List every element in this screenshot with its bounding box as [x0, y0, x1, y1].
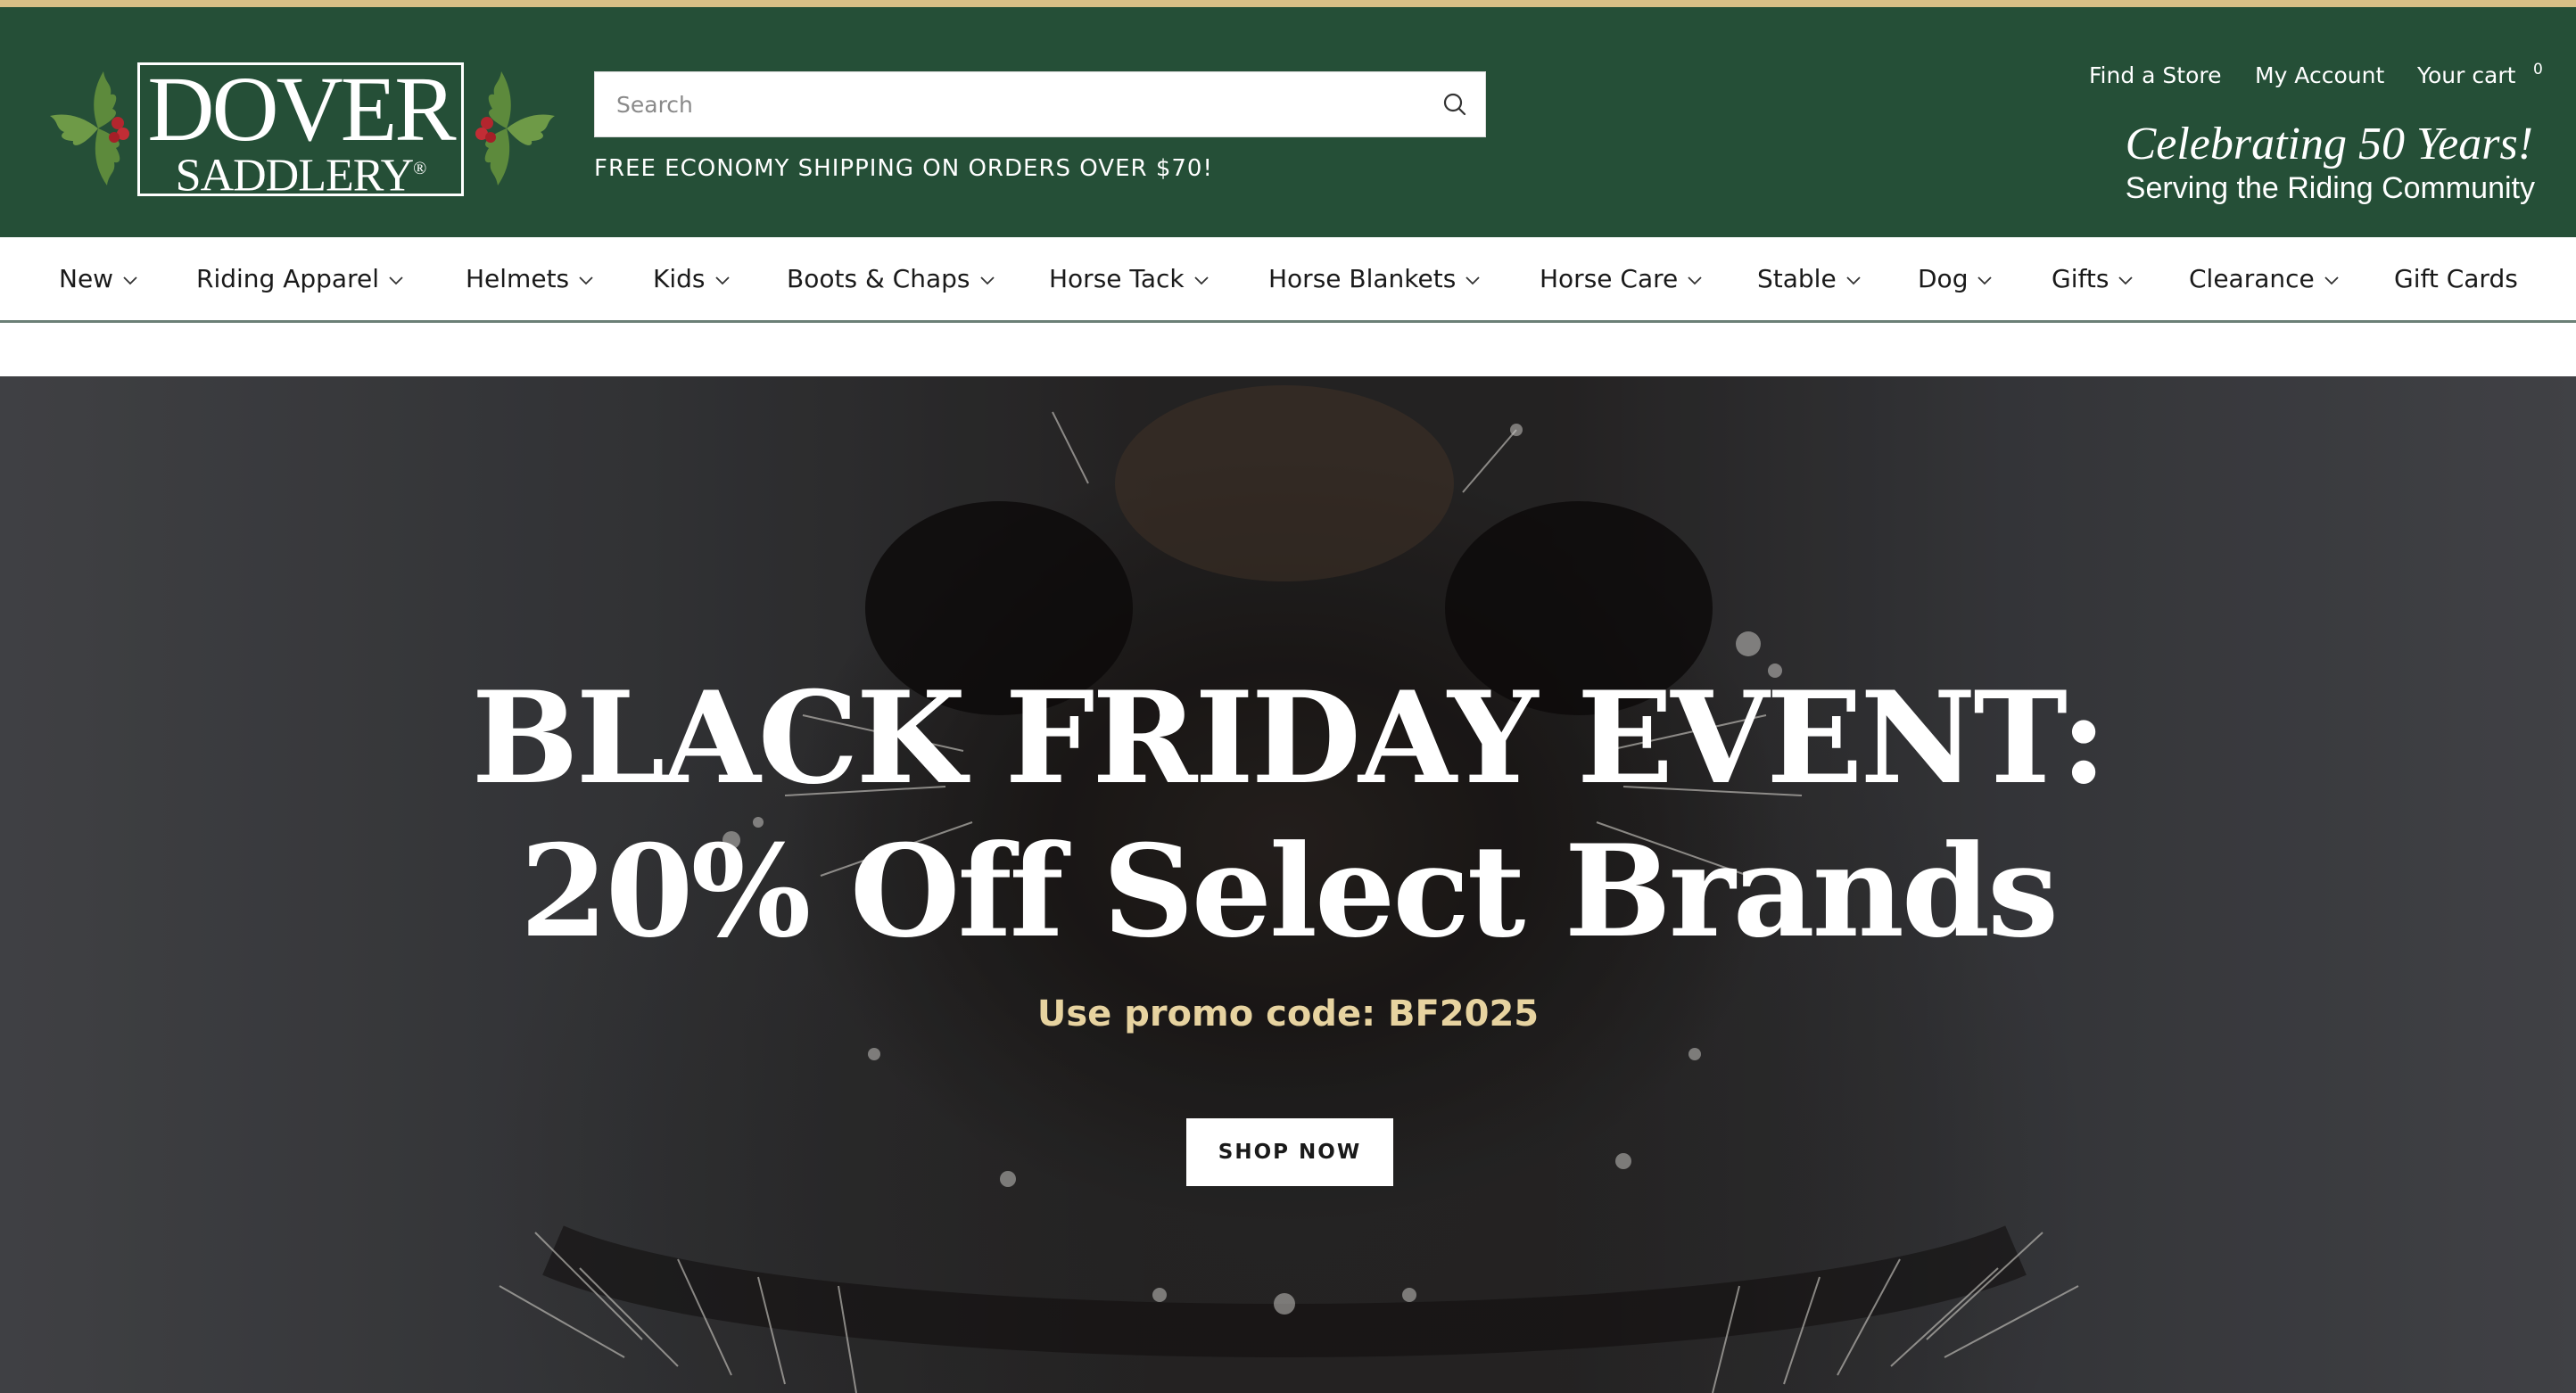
- chevron-down-icon: [2118, 276, 2134, 285]
- holly-right-icon: [475, 71, 555, 185]
- chevron-down-icon: [579, 276, 593, 285]
- site-header: DOVER SADDLERY® FREE ECONOMY SHIPPING ON…: [0, 7, 2576, 237]
- search-bar: [594, 71, 1486, 137]
- chevron-down-icon: [2324, 276, 2339, 285]
- nav-item-horse-blankets[interactable]: Horse Blankets: [1268, 264, 1481, 293]
- nav-item-label: Gift Cards: [2394, 264, 2518, 293]
- shipping-notice: FREE ECONOMY SHIPPING ON ORDERS OVER $70…: [594, 155, 1213, 182]
- nav-item-label: Horse Blankets: [1268, 264, 1457, 293]
- cart-count-badge: 0: [2533, 61, 2543, 78]
- nav-item-gift-cards[interactable]: Gift Cards: [2394, 264, 2518, 293]
- celebrating-tagline: Celebrating 50 Years!: [2125, 119, 2533, 169]
- main-nav: New Riding Apparel Helmets Kids Boots & …: [0, 237, 2576, 323]
- my-account-link[interactable]: My Account: [2255, 62, 2384, 88]
- nav-item-label: New: [59, 264, 114, 293]
- nav-item-label: Horse Tack: [1049, 264, 1185, 293]
- nav-item-label: Horse Care: [1540, 264, 1679, 293]
- chevron-down-icon: [123, 276, 137, 285]
- chevron-down-icon: [1194, 276, 1209, 285]
- hero-title-line-1: BLACK FRIDAY EVENT:: [471, 664, 2108, 812]
- chevron-down-icon: [1688, 276, 1702, 285]
- dover-saddlery-logo[interactable]: DOVER SADDLERY®: [46, 59, 555, 202]
- nav-item-horse-tack[interactable]: Horse Tack: [1049, 264, 1210, 293]
- nav-item-label: Clearance: [2189, 264, 2315, 293]
- top-accent-bar: [0, 0, 2576, 7]
- nav-item-clearance[interactable]: Clearance: [2189, 264, 2340, 293]
- nav-item-label: Boots & Chaps: [787, 264, 970, 293]
- nav-item-horse-care[interactable]: Horse Care: [1540, 264, 1703, 293]
- nav-item-new[interactable]: New: [59, 264, 138, 293]
- nav-item-label: Riding Apparel: [196, 264, 379, 293]
- find-store-link[interactable]: Find a Store: [2089, 62, 2222, 88]
- chevron-down-icon: [979, 276, 995, 285]
- nav-item-gifts[interactable]: Gifts: [2052, 264, 2134, 293]
- nav-item-helmets[interactable]: Helmets: [466, 264, 594, 293]
- logo-wordmark: DOVER SADDLERY®: [137, 58, 464, 199]
- nav-spacer: [0, 323, 2576, 376]
- serving-tagline: Serving the Riding Community: [2125, 171, 2535, 205]
- registered-mark: ®: [413, 159, 426, 178]
- shop-now-button[interactable]: SHOP NOW: [1186, 1118, 1393, 1186]
- nav-item-label: Kids: [653, 264, 706, 293]
- nav-item-label: Helmets: [466, 264, 570, 293]
- nav-item-label: Dog: [1918, 264, 1969, 293]
- search-input[interactable]: [595, 72, 1416, 136]
- nav-item-riding-apparel[interactable]: Riding Apparel: [196, 264, 404, 293]
- nav-item-label: Stable: [1757, 264, 1837, 293]
- nav-item-label: Gifts: [2052, 264, 2110, 293]
- chevron-down-icon: [714, 276, 730, 285]
- logo-line-saddlery: SADDLERY®: [140, 145, 461, 199]
- promo-code-text: Use promo code: BF2025: [1036, 993, 1540, 1034]
- holly-left-icon: [50, 71, 129, 185]
- chevron-down-icon: [1977, 276, 1993, 285]
- nav-item-dog[interactable]: Dog: [1918, 264, 1993, 293]
- nav-item-boots-chaps[interactable]: Boots & Chaps: [787, 264, 995, 293]
- nav-item-stable[interactable]: Stable: [1757, 264, 1862, 293]
- chevron-down-icon: [389, 276, 403, 285]
- nav-item-kids[interactable]: Kids: [653, 264, 731, 293]
- hero-title-line-2: 20% Off Select Brands: [519, 818, 2059, 966]
- logo-saddlery-text: SADDLERY: [175, 150, 414, 202]
- hero-banner: BLACK FRIDAY EVENT: 20% Off Select Brand…: [0, 376, 2576, 1393]
- chevron-down-icon: [1846, 276, 1861, 285]
- logo-line-dover: DOVER: [147, 58, 456, 161]
- cart-link[interactable]: Your cart: [2417, 62, 2515, 88]
- hero-title: BLACK FRIDAY EVENT: 20% Off Select Brand…: [0, 662, 2576, 969]
- search-icon[interactable]: [1439, 88, 1471, 120]
- chevron-down-icon: [1466, 276, 1480, 285]
